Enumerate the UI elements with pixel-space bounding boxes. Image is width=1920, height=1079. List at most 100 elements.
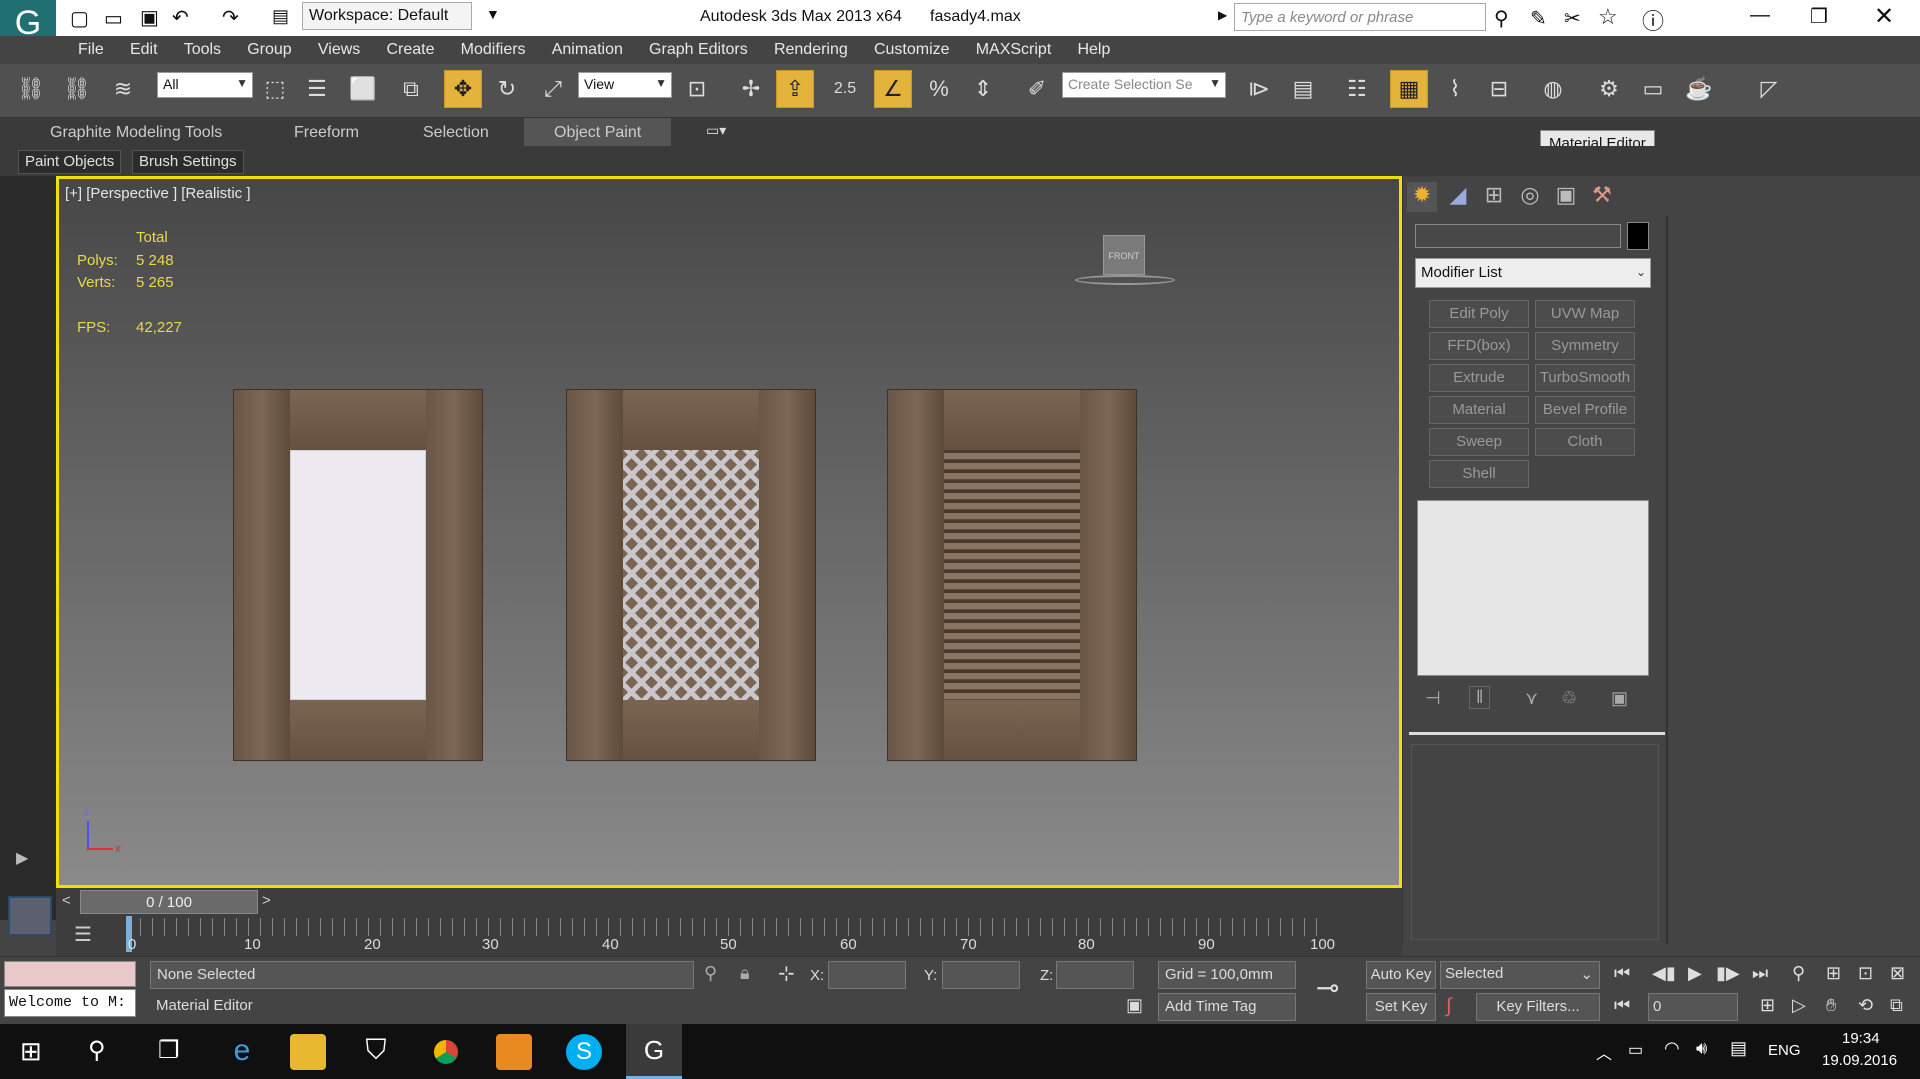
align-icon[interactable]: ▤ xyxy=(1284,70,1322,108)
uvw-map-button[interactable]: UVW Map xyxy=(1535,300,1635,328)
make-unique-icon[interactable]: ⋎ xyxy=(1525,688,1538,709)
add-time-tag-field[interactable]: Add Time Tag xyxy=(1158,993,1296,1021)
windows-store-icon[interactable]: ⛉ xyxy=(358,1034,394,1070)
time-prev-icon[interactable]: < xyxy=(62,892,71,909)
view-cube[interactable]: FRONT xyxy=(1103,235,1145,275)
clock-time[interactable]: 19:34 xyxy=(1842,1030,1880,1047)
pivot-center-icon[interactable]: ⊡ xyxy=(678,70,716,108)
select-and-rotate-icon[interactable]: ↻ xyxy=(488,70,526,108)
windows-start-icon[interactable]: ⊞ xyxy=(20,1036,42,1067)
schematic-view-icon[interactable]: ⊟ xyxy=(1480,70,1518,108)
chevron-down-icon[interactable]: ▼ xyxy=(486,6,500,22)
ffd-box-button[interactable]: FFD(box) xyxy=(1429,332,1529,360)
show-end-result-icon[interactable]: ‖ xyxy=(1469,686,1491,709)
restore-icon[interactable]: ❐ xyxy=(1810,4,1828,29)
maximize-viewport-icon[interactable]: ⧉ xyxy=(1890,995,1903,1016)
task-view-icon[interactable]: ❐ xyxy=(158,1036,180,1065)
select-by-name-icon[interactable]: ☰ xyxy=(298,70,336,108)
go-to-end-icon[interactable]: ⏭ xyxy=(1752,963,1768,984)
menu-create[interactable]: Create xyxy=(375,36,445,59)
pin-stack-icon[interactable]: ⊣ xyxy=(1425,688,1441,709)
object-name-input[interactable] xyxy=(1415,224,1621,248)
rendered-frame-window-icon[interactable]: ▭ xyxy=(1634,70,1672,108)
workspace-select[interactable]: Workspace: Default xyxy=(302,2,472,30)
y-coordinate-field[interactable] xyxy=(942,961,1020,989)
utilities-tab-icon[interactable]: ⚒ xyxy=(1587,182,1617,212)
search-icon[interactable]: ⚲ xyxy=(88,1036,106,1065)
layer-manager-icon[interactable]: ☷ xyxy=(1338,70,1376,108)
zoom-icon[interactable]: ⚲ xyxy=(1792,963,1805,984)
mirror-icon[interactable]: ⧐ xyxy=(1240,70,1278,108)
tab-selection[interactable]: Selection xyxy=(423,124,489,142)
perspective-viewport[interactable]: [+] [Perspective ] [Realistic ] Total Po… xyxy=(56,176,1402,888)
menu-maxscript[interactable]: MAXScript xyxy=(965,36,1063,59)
action-center-icon[interactable]: ▤ xyxy=(1730,1038,1747,1059)
next-frame-icon[interactable]: ▮▶ xyxy=(1716,963,1740,984)
hierarchy-tab-icon[interactable]: ⊞ xyxy=(1479,182,1509,212)
cloth-button[interactable]: Cloth xyxy=(1535,428,1635,456)
select-and-move-icon[interactable]: ✥ xyxy=(444,70,482,108)
menu-graph-editors[interactable]: Graph Editors xyxy=(638,36,759,59)
undo-icon[interactable]: ↶ xyxy=(172,5,189,30)
select-manipulate-icon[interactable]: ✢ xyxy=(732,70,770,108)
modifier-list-select[interactable]: Modifier List ⌄ xyxy=(1415,258,1651,288)
volume-icon[interactable]: 🔊︎ xyxy=(1696,1038,1707,1059)
set-key-mode-icon[interactable]: ⊸ xyxy=(1316,971,1339,1004)
key-filter-select[interactable]: Selected ⌄ xyxy=(1440,961,1600,989)
x-coordinate-field[interactable] xyxy=(828,961,906,989)
material-button[interactable]: Material xyxy=(1429,396,1529,424)
turbosmooth-button[interactable]: TurboSmooth xyxy=(1535,364,1635,392)
clock-date[interactable]: 19.09.2016 xyxy=(1822,1052,1897,1069)
track-bar-toggle-icon[interactable]: ☰ xyxy=(74,922,92,947)
battery-icon[interactable]: ▭ xyxy=(1628,1040,1643,1060)
field-of-view-icon[interactable]: ▷ xyxy=(1792,995,1806,1016)
new-file-icon[interactable]: ▢ xyxy=(70,6,89,31)
key-filters-button[interactable]: Key Filters... xyxy=(1476,993,1600,1021)
view-cube-ring[interactable] xyxy=(1075,275,1175,285)
minimize-icon[interactable]: — xyxy=(1750,4,1770,27)
render-production-icon[interactable]: ☕ xyxy=(1680,70,1718,108)
help-icon[interactable]: ⓘ xyxy=(1642,4,1664,36)
time-slider[interactable]: < 0 / 100 > xyxy=(56,888,1402,916)
select-and-scale-icon[interactable]: ⤢ xyxy=(534,70,572,108)
named-selection-select[interactable]: Create Selection Se ▼ xyxy=(1062,72,1226,98)
3dsmax-taskbar-button[interactable]: G xyxy=(626,1024,682,1079)
selection-lock-icon[interactable]: 🔒︎ xyxy=(740,963,750,984)
menu-modifiers[interactable]: Modifiers xyxy=(450,36,537,59)
viewport-label[interactable]: [+] [Perspective ] [Realistic ] xyxy=(65,185,251,202)
tab-graphite-modeling-tools[interactable]: Graphite Modeling Tools xyxy=(50,124,222,142)
menu-group[interactable]: Group xyxy=(236,36,302,59)
menu-animation[interactable]: Animation xyxy=(541,36,634,59)
modifier-stack[interactable] xyxy=(1417,500,1649,676)
bevel-profile-button[interactable]: Bevel Profile xyxy=(1535,396,1635,424)
save-icon[interactable]: ▣ xyxy=(140,5,159,30)
ribbon-options-icon[interactable]: ▭▾ xyxy=(706,122,726,139)
door-lattice[interactable] xyxy=(566,389,816,761)
remove-modifier-icon[interactable]: ♲ xyxy=(1561,688,1577,709)
skype-icon[interactable]: S xyxy=(566,1034,602,1070)
door-louvered[interactable] xyxy=(887,389,1137,761)
current-frame-input[interactable]: 0 xyxy=(1648,993,1738,1021)
expand-arrow-icon[interactable]: ▶ xyxy=(1218,8,1227,22)
time-configuration-icon[interactable]: ⊞ xyxy=(1760,995,1775,1016)
keyboard-shortcut-override-icon[interactable]: ⇪ xyxy=(776,70,814,108)
reference-coordinate-select[interactable]: View ▼ xyxy=(578,72,672,98)
key-mode-icon[interactable]: ⏮ xyxy=(1614,995,1630,1016)
auto-key-button[interactable]: Auto Key xyxy=(1366,961,1436,989)
percent-snap-icon[interactable]: % xyxy=(920,70,958,108)
menu-file[interactable]: File xyxy=(67,36,115,59)
menu-rendering[interactable]: Rendering xyxy=(763,36,859,59)
maxscript-listener-pink[interactable] xyxy=(4,961,136,987)
render-setup-icon[interactable]: ⚙ xyxy=(1590,70,1628,108)
paint-objects-button[interactable]: Paint Objects xyxy=(18,150,122,174)
window-crossing-icon[interactable]: ⧉ xyxy=(392,70,430,108)
select-object-icon[interactable]: ⬚ xyxy=(256,70,294,108)
custom-tool-icon[interactable]: ◸ xyxy=(1750,70,1788,108)
orbit-icon[interactable]: ⟲ xyxy=(1858,995,1873,1016)
object-color-swatch[interactable] xyxy=(1627,222,1649,250)
shell-button[interactable]: Shell xyxy=(1429,460,1529,488)
play-animation-icon[interactable]: ▶ xyxy=(1688,963,1702,984)
language-indicator[interactable]: ENG xyxy=(1768,1042,1801,1059)
symmetry-button[interactable]: Symmetry xyxy=(1535,332,1635,360)
rectangular-selection-icon[interactable]: ⬜ xyxy=(344,70,382,108)
